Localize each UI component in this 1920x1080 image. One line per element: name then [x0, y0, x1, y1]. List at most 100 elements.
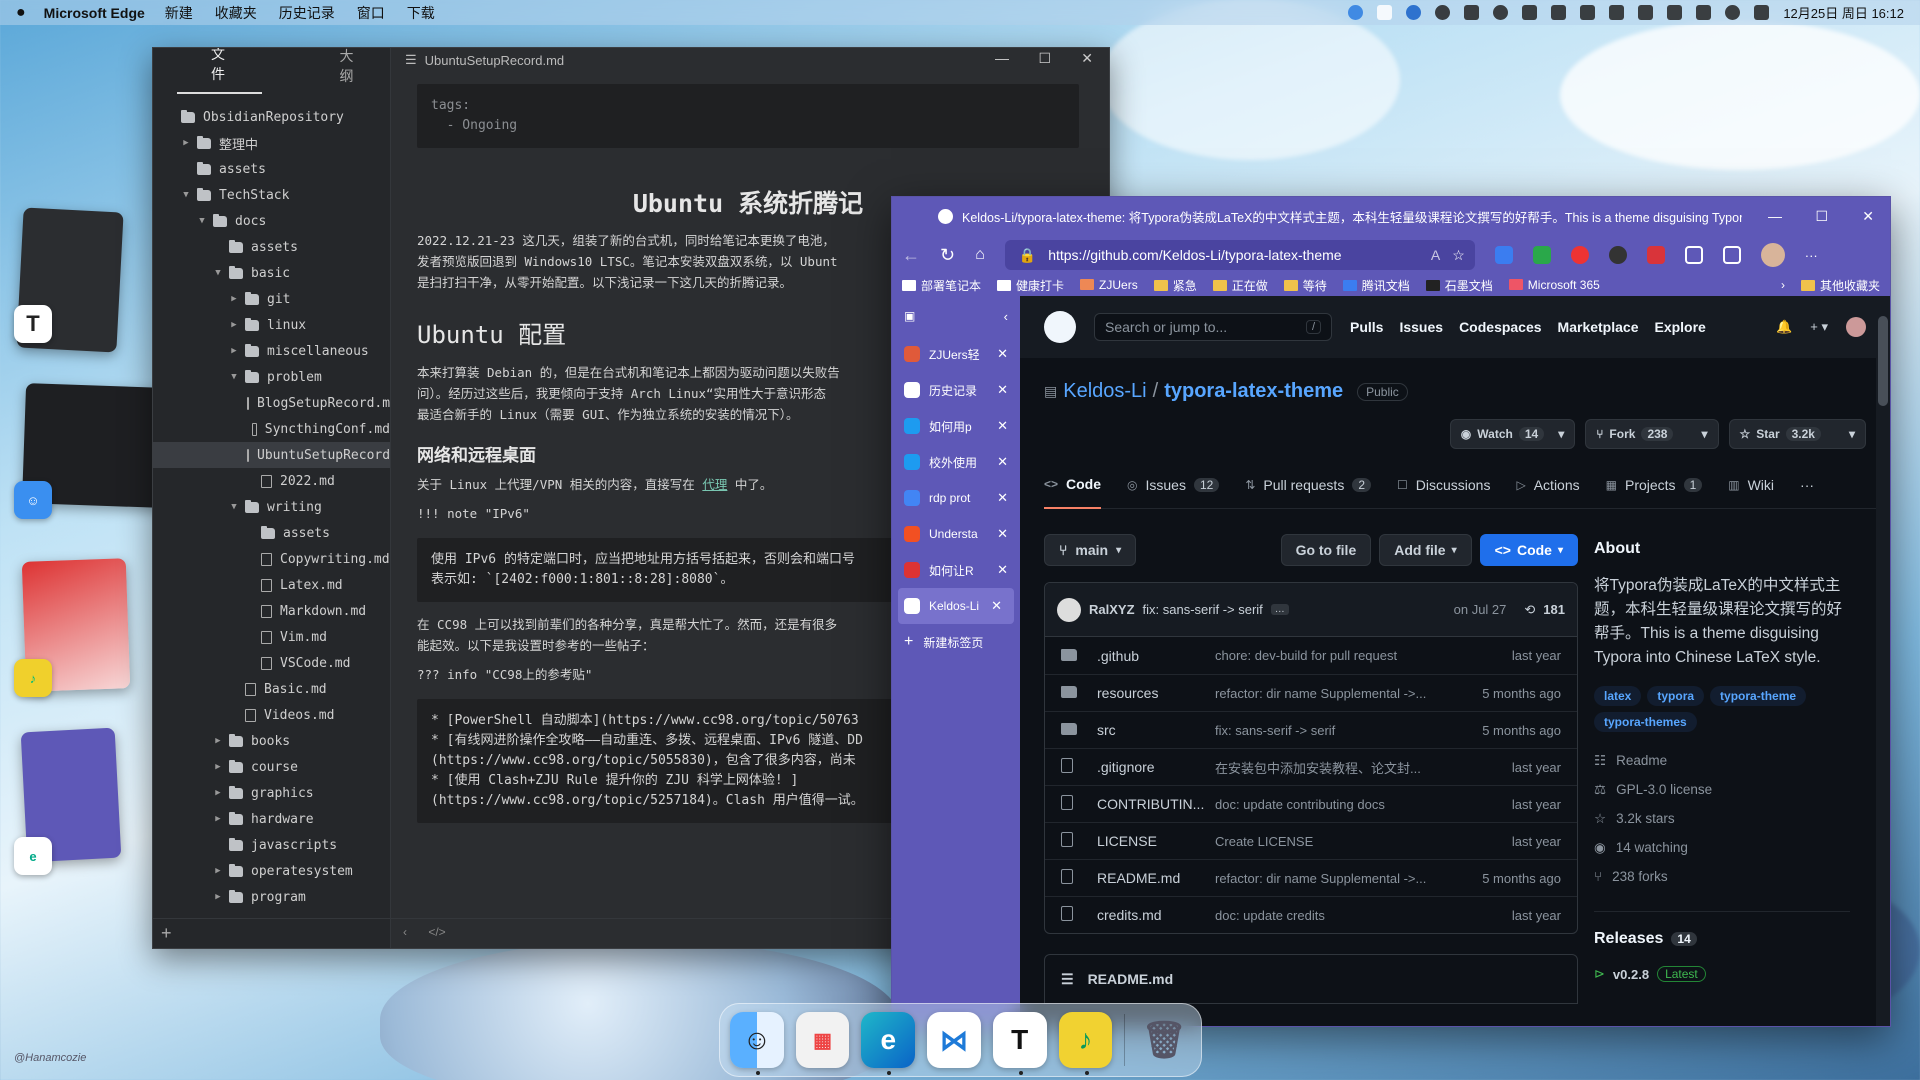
tree-folder[interactable]: ▶ git: [153, 286, 390, 312]
file-row[interactable]: README.md refactor: dir name Supplemental…: [1045, 859, 1577, 896]
source-mode-icon[interactable]: </>: [428, 925, 445, 939]
tree-folder[interactable]: ObsidianRepository: [153, 104, 390, 130]
refresh-icon[interactable]: ↻: [940, 245, 955, 266]
page-scrollbar[interactable]: [1876, 296, 1890, 1026]
maximize-button[interactable]: ☐: [1815, 208, 1828, 225]
browser-tab[interactable]: 如何让R ✕: [892, 552, 1020, 588]
tree-file[interactable]: Videos.md: [153, 702, 390, 728]
topic-tag[interactable]: typora-themes: [1594, 712, 1697, 732]
repo-name-link[interactable]: typora-latex-theme: [1164, 380, 1343, 403]
headphones-icon[interactable]: [1551, 5, 1567, 20]
tree-folder[interactable]: javascripts: [153, 832, 390, 858]
tree-folder[interactable]: ▼ writing: [153, 494, 390, 520]
topic-tag[interactable]: latex: [1594, 686, 1642, 706]
create-new-icon[interactable]: + ▾: [1810, 319, 1828, 335]
collapse-tabs-icon[interactable]: ‹: [1004, 309, 1008, 324]
tree-folder[interactable]: ▶ books: [153, 728, 390, 754]
file-name-link[interactable]: .gitignore: [1097, 759, 1215, 775]
close-tab-icon[interactable]: ✕: [997, 418, 1008, 434]
tree-folder[interactable]: ▶ program: [153, 884, 390, 910]
bluetooth-icon[interactable]: [1522, 5, 1538, 20]
repo-tab[interactable]: ⇅ Pull requests 2: [1245, 462, 1372, 509]
bookmark-folder[interactable]: 正在做: [1212, 277, 1268, 294]
nav-codespaces[interactable]: Codespaces: [1459, 319, 1541, 335]
cloud-icon[interactable]: [1377, 5, 1393, 20]
extension-icon[interactable]: [1608, 246, 1627, 264]
repo-meta-link[interactable]: ◉ 14 watching: [1594, 833, 1850, 862]
minimize-button[interactable]: —: [995, 50, 1009, 66]
search-input[interactable]: Search or jump to... /: [1094, 313, 1332, 341]
topic-tag[interactable]: typora: [1647, 686, 1705, 706]
sync-icon[interactable]: [1348, 5, 1364, 20]
more-tabs-icon[interactable]: ···: [1800, 477, 1814, 493]
repo-tab[interactable]: ☐ Discussions: [1397, 462, 1490, 509]
notifications-bell-icon[interactable]: 🔔: [1776, 319, 1792, 335]
close-tab-icon[interactable]: ✕: [997, 382, 1008, 398]
chevron-right-icon[interactable]: ▶: [211, 866, 225, 876]
extension-icon[interactable]: [1570, 246, 1589, 264]
tree-folder[interactable]: ▶ linux: [153, 312, 390, 338]
commit-message-link[interactable]: doc: update contributing docs: [1215, 797, 1512, 812]
browser-tab[interactable]: Keldos-Li ✕: [898, 588, 1014, 624]
bookmarks-overflow-icon[interactable]: ›: [1781, 278, 1785, 292]
file-row[interactable]: CONTRIBUTIN... doc: update contributing d…: [1045, 785, 1577, 822]
close-button[interactable]: ✕: [1081, 50, 1093, 67]
spotlight-search-icon[interactable]: [1725, 5, 1741, 20]
other-favorites-folder[interactable]: 其他收藏夹: [1800, 277, 1880, 294]
chevron-right-icon[interactable]: ▶: [211, 736, 225, 746]
launchpad-icon[interactable]: ▦: [795, 1012, 850, 1068]
tree-folder[interactable]: ▶ course: [153, 754, 390, 780]
file-row[interactable]: .github chore: dev-build for pull request…: [1045, 637, 1577, 674]
tree-file[interactable]: Basic.md: [153, 676, 390, 702]
chevron-down-icon[interactable]: ▼: [195, 216, 209, 226]
tab-outline[interactable]: 大纲: [306, 48, 391, 94]
bookmark-folder[interactable]: 等待: [1283, 277, 1327, 294]
active-app-menu[interactable]: Microsoft Edge: [44, 5, 145, 21]
tree-folder[interactable]: ▼ docs: [153, 208, 390, 234]
more-menu-icon[interactable]: ···: [1805, 248, 1818, 263]
commit-author[interactable]: RalXYZ: [1089, 602, 1135, 617]
chevron-right-icon[interactable]: ▶: [227, 346, 241, 356]
file-name-link[interactable]: src: [1097, 722, 1215, 738]
extension-icon[interactable]: [1532, 246, 1551, 264]
repo-meta-link[interactable]: ⚖ GPL-3.0 license: [1594, 775, 1850, 804]
tree-file[interactable]: BlogSetupRecord.m: [153, 390, 390, 416]
nav-pulls[interactable]: Pulls: [1350, 319, 1383, 335]
tree-folder[interactable]: ▼ TechStack: [153, 182, 390, 208]
add-file-button[interactable]: +: [153, 918, 390, 948]
file-name-link[interactable]: LICENSE: [1097, 833, 1215, 849]
repo-meta-link[interactable]: ☆ 3.2k stars: [1594, 804, 1850, 833]
menu-favorites[interactable]: 收藏夹: [215, 3, 257, 23]
lock-icon[interactable]: 🔒: [1019, 247, 1036, 264]
input-method-icon[interactable]: [1696, 5, 1712, 20]
topic-tag[interactable]: typora-theme: [1710, 686, 1807, 706]
chevron-right-icon[interactable]: ▶: [211, 892, 225, 902]
eject-icon[interactable]: [1667, 5, 1683, 20]
github-logo-icon[interactable]: [1044, 311, 1076, 343]
branch-selector[interactable]: ⑂ main ▾: [1044, 534, 1137, 566]
tree-file[interactable]: UbuntuSetupRecord: [153, 442, 390, 468]
commit-message-link[interactable]: refactor: dir name Supplemental ->...: [1215, 871, 1482, 886]
menu-window[interactable]: 窗口: [357, 3, 385, 23]
tree-file[interactable]: Latex.md: [153, 572, 390, 598]
tree-folder[interactable]: assets: [153, 520, 390, 546]
read-aloud-icon[interactable]: A: [1431, 247, 1440, 263]
expand-commit-button[interactable]: …: [1270, 604, 1289, 615]
nav-explore[interactable]: Explore: [1654, 319, 1705, 335]
chevron-down-icon[interactable]: ▼: [179, 190, 193, 200]
new-tab-button[interactable]: + 新建标签页: [892, 624, 1020, 660]
browser-tab[interactable]: 历史记录 ✕: [892, 372, 1020, 408]
tree-file[interactable]: SyncthingConf.md: [153, 416, 390, 442]
bookmark[interactable]: 石墨文档: [1425, 277, 1493, 294]
chevron-down-icon[interactable]: ▼: [211, 268, 225, 278]
repo-tab[interactable]: ▥ Wiki: [1728, 462, 1774, 509]
close-tab-icon[interactable]: ✕: [991, 598, 1002, 614]
repo-tab[interactable]: ▦ Projects 1: [1606, 462, 1703, 509]
volume-icon[interactable]: [1638, 5, 1654, 20]
commit-message-link[interactable]: chore: dev-build for pull request: [1215, 648, 1512, 663]
url-text[interactable]: https://github.com/Keldos-Li/typora-late…: [1048, 247, 1341, 263]
tree-file[interactable]: Vim.md: [153, 624, 390, 650]
bookmark-folder[interactable]: 紧急: [1153, 277, 1197, 294]
tree-folder[interactable]: ▼ basic: [153, 260, 390, 286]
maximize-button[interactable]: ☐: [1038, 50, 1051, 67]
